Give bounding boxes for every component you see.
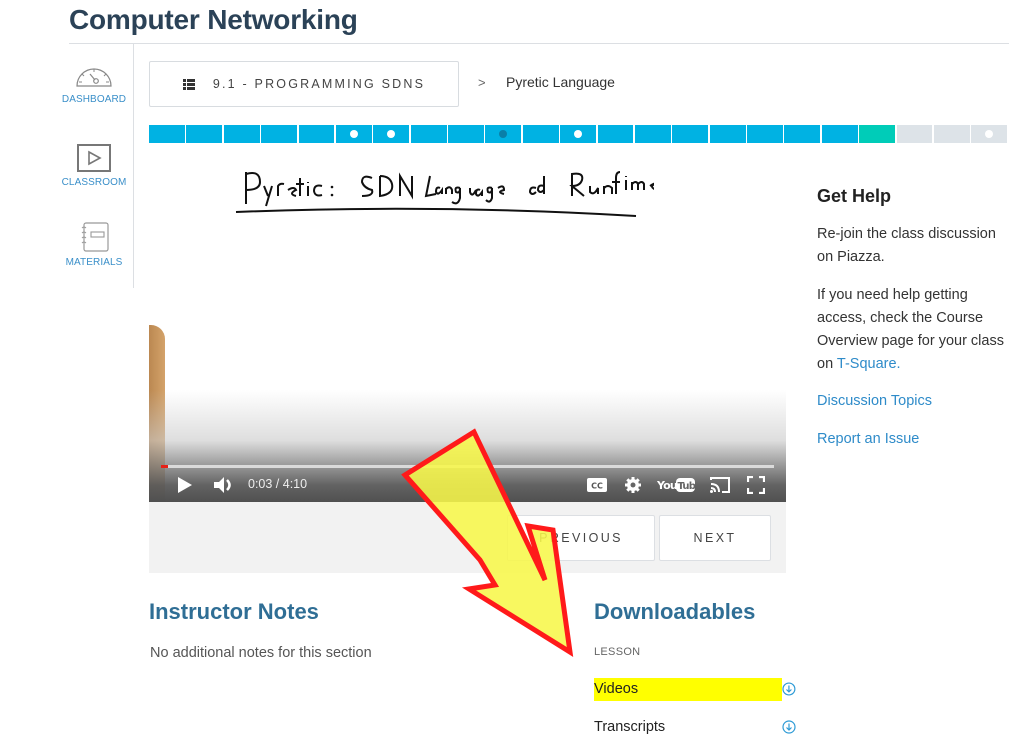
download-transcripts-link[interactable]: Transcripts [594,715,796,739]
download-item-label: Transcripts [594,719,666,735]
instructor-notes-text: No additional notes for this section [150,645,372,661]
progress-segment-complete[interactable] [448,125,484,143]
lesson-progress-bar [149,125,1008,143]
next-button[interactable]: NEXT [659,515,771,561]
progress-segment-complete[interactable] [223,125,260,143]
sidebar-item-label: MATERIALS [65,257,123,268]
discussion-topics-link[interactable]: Discussion Topics [817,393,932,409]
fullscreen-icon[interactable] [747,476,765,494]
video-played-progress [161,465,168,468]
progress-segment-complete[interactable] [335,125,372,143]
breadcrumb-separator: > [478,75,486,90]
lesson-menu-button[interactable]: 9.1 - PROGRAMMING SDNS [149,61,459,107]
get-help-heading: Get Help [817,186,892,206]
help-piazza-text: Re-join the class discussion on Piazza. [817,226,996,265]
progress-dot [499,130,508,138]
progress-segment-upcoming[interactable] [896,125,933,143]
progress-segment-complete[interactable] [373,125,410,143]
download-icon[interactable] [782,720,796,734]
play-box-icon [77,144,111,172]
sidebar-item-materials[interactable]: MATERIALS [54,221,134,268]
progress-segment-complete[interactable] [821,125,858,143]
svg-text:CC: CC [591,482,603,491]
download-videos-link[interactable]: Videos [594,677,796,701]
progress-dot [574,130,583,138]
video-seek-bar[interactable] [161,465,774,468]
progress-segment-complete[interactable] [634,125,671,143]
t-square-link[interactable]: T-Square. [837,356,901,372]
sidebar-item-label: CLASSROOM [61,177,127,188]
progress-segment-complete[interactable] [298,125,335,143]
progress-dot [985,130,994,138]
lesson-label: 9.1 - PROGRAMMING SDNS [212,77,426,91]
closed-captions-icon[interactable]: CC [587,478,607,492]
help-access-text: If you need help getting access, check t… [817,284,1012,376]
progress-segment-complete[interactable] [672,125,709,143]
progress-segment-complete[interactable] [784,125,821,143]
report-issue-link[interactable]: Report an Issue [817,431,919,447]
download-icon[interactable] [782,682,796,696]
downloadables-heading: Downloadables [594,599,756,624]
progress-segment-complete[interactable] [747,125,783,143]
progress-segment-complete[interactable] [186,125,223,143]
header-divider [69,43,1009,44]
progress-segment-upcoming[interactable] [971,125,1008,143]
progress-segment-complete[interactable] [485,125,522,143]
play-icon[interactable] [177,475,193,495]
video-time: 0:03 / 4:10 [248,477,308,491]
progress-segment-current[interactable] [859,125,895,143]
settings-gear-icon[interactable] [624,476,642,494]
breadcrumb-current: Pyretic Language [506,74,615,90]
speedometer-icon [76,68,112,87]
slide-handwriting: Pyretic: SDN Language and Runtime [235,171,654,217]
progress-segment-complete[interactable] [410,125,447,143]
youtube-logo-icon[interactable]: YouTube [657,477,695,493]
progress-segment-complete[interactable] [261,125,297,143]
svg-text:You: You [657,479,677,492]
progress-segment-complete[interactable] [560,125,596,143]
volume-icon[interactable] [213,475,235,495]
instructor-notes-heading: Instructor Notes [149,599,319,624]
progress-segment-complete[interactable] [597,125,634,143]
svg-text:Tube: Tube [678,481,696,492]
lesson-navigation-panel: PREVIOUS NEXT [149,502,786,573]
course-title: Computer Networking [69,4,358,35]
sidebar-item-label: DASHBOARD [61,94,127,105]
notebook-icon [81,222,109,252]
progress-segment-complete[interactable] [709,125,746,143]
list-icon [182,78,195,90]
cast-icon[interactable] [709,476,731,494]
previous-button[interactable]: PREVIOUS [507,515,655,561]
video-player[interactable]: Pyretic: SDN Language and Runtime 0:03 /… [149,150,786,502]
downloadables-group-label: LESSON [594,646,641,658]
download-item-label: Videos [594,677,783,701]
sidebar-item-dashboard[interactable]: DASHBOARD [54,60,134,105]
progress-dot [387,130,396,138]
progress-dot [349,130,358,138]
progress-segment-upcoming[interactable] [933,125,970,143]
sidebar-item-classroom[interactable]: CLASSROOM [54,143,134,188]
progress-segment-complete[interactable] [149,125,185,143]
progress-segment-complete[interactable] [522,125,559,143]
